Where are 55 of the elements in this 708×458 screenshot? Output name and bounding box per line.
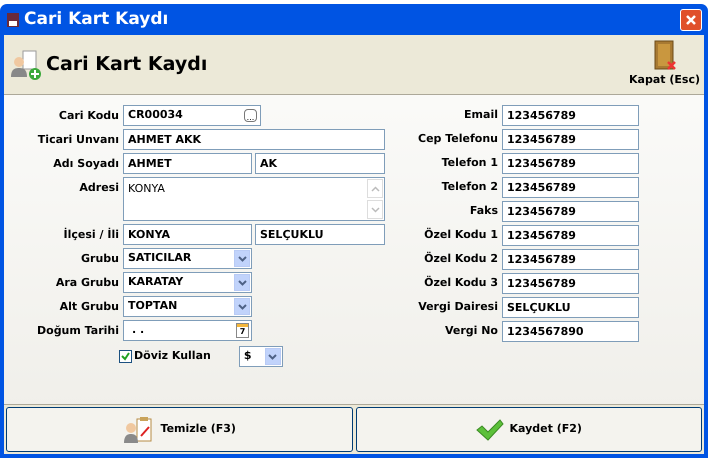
- field-label: Vergi No: [444, 323, 498, 340]
- text-field[interactable]: AK: [255, 153, 385, 174]
- field-label: Ara Grubu: [54, 275, 119, 291]
- dropdown[interactable]: KARATAY: [123, 272, 252, 293]
- exit-button[interactable]: Kapat (Esc): [629, 40, 700, 89]
- text-field[interactable]: 123456789: [502, 129, 639, 150]
- text-field[interactable]: CR00034 ...: [123, 105, 261, 126]
- close-button[interactable]: [680, 8, 702, 30]
- field-label: Adresi: [78, 180, 119, 196]
- dropdown[interactable]: TOPTAN: [123, 296, 252, 317]
- text-field[interactable]: AHMET: [123, 153, 252, 174]
- action-button[interactable]: Kaydet (F2): [356, 407, 702, 452]
- field-label: Cep Telefonu: [417, 131, 498, 148]
- text-field[interactable]: SELÇUKLU: [502, 297, 639, 318]
- field-label: İlçesi / İli: [62, 226, 119, 243]
- text-field[interactable]: 123456789: [502, 177, 639, 198]
- page-title: Cari Kart Kaydı: [46, 52, 208, 78]
- field-label: Özel Kodu 2: [423, 251, 498, 268]
- text-field[interactable]: 123456789: [502, 105, 639, 126]
- door-icon: [652, 40, 678, 72]
- checkbox[interactable]: [119, 350, 132, 363]
- text-field[interactable]: 123456789: [502, 273, 639, 294]
- field-label: Telefon 1: [440, 155, 498, 172]
- field-label: Cari Kodu: [58, 108, 119, 124]
- close-icon: [685, 14, 697, 26]
- person-card-add-icon: [10, 48, 42, 80]
- app-icon: [6, 12, 20, 28]
- text-field[interactable]: 123456789: [502, 201, 639, 222]
- window-title: Cari Kart Kaydı: [24, 8, 168, 31]
- field-label: Alt Grubu: [58, 299, 119, 315]
- action-button[interactable]: Temizle (F3): [6, 407, 352, 452]
- text-field[interactable]: KONYA: [123, 224, 252, 245]
- text-field[interactable]: 123456789: [502, 249, 639, 270]
- field-label: Adı Soyadı: [52, 156, 119, 172]
- checkbox-label: Döviz Kullan: [134, 348, 211, 364]
- text-field[interactable]: AHMET AKK: [123, 129, 385, 150]
- field-label: Grubu: [80, 251, 119, 267]
- text-field[interactable]: 1234567890: [502, 321, 639, 342]
- field-label: Faks: [468, 203, 498, 220]
- field-label: Vergi Dairesi: [417, 299, 498, 316]
- field-label: Özel Kodu 1: [423, 227, 498, 244]
- date-field[interactable]: . . 7: [123, 320, 252, 341]
- text-field[interactable]: 123456789: [502, 153, 639, 174]
- field-label: Email: [463, 107, 498, 124]
- text-field[interactable]: 123456789: [502, 225, 639, 246]
- field-label: Telefon 2: [440, 179, 498, 196]
- field-label: Özel Kodu 3: [423, 275, 498, 292]
- dropdown[interactable]: SATICILAR: [123, 248, 252, 269]
- field-label: Doğum Tarihi: [36, 323, 119, 339]
- checkmark-icon: [476, 418, 504, 440]
- field-label: Ticari Unvanı: [36, 132, 119, 148]
- dropdown[interactable]: $: [238, 346, 283, 367]
- calendar-icon[interactable]: 7: [236, 323, 249, 338]
- ellipsis-button[interactable]: ...: [244, 109, 257, 122]
- text-field[interactable]: SELÇUKLU: [255, 224, 385, 245]
